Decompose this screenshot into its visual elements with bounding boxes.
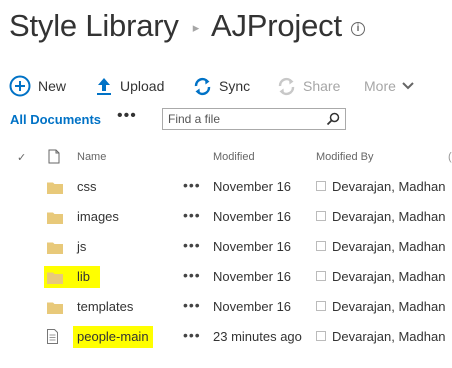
view-selector[interactable]: All Documents <box>10 112 101 127</box>
view-options-ellipsis-icon[interactable]: ••• <box>117 107 137 125</box>
modified-by-name[interactable]: Devarajan, Madhan <box>332 329 445 344</box>
search-icon[interactable] <box>326 112 340 126</box>
item-modified-date: November 16 <box>213 209 292 224</box>
item-ellipsis-menu-icon[interactable]: ••• <box>183 207 201 223</box>
item-modified-date: November 16 <box>213 299 292 314</box>
presence-checkbox-icon <box>316 331 326 341</box>
table-row[interactable]: people-main ••• 23 minutes ago Devarajan, M… <box>0 322 452 352</box>
upload-label: Upload <box>120 78 165 94</box>
modified-by-name[interactable]: Devarajan, Madhan <box>332 209 445 224</box>
new-button[interactable]: New <box>9 75 66 97</box>
more-label: More <box>364 78 396 94</box>
share-button[interactable]: Share <box>277 77 340 96</box>
modified-by-name[interactable]: Devarajan, Madhan <box>332 269 445 284</box>
more-button[interactable]: More <box>364 78 415 94</box>
view-bar: All Documents ••• <box>0 107 452 132</box>
presence-checkbox-icon <box>316 211 326 221</box>
share-label: Share <box>303 78 341 94</box>
search-box <box>162 108 346 130</box>
item-modified-by: Devarajan, Madhan <box>316 299 445 314</box>
sync-label: Sync <box>219 78 251 94</box>
presence-checkbox-icon <box>316 181 326 191</box>
table-row[interactable]: lib ••• November 16 Devarajan, Madhan <box>0 262 452 292</box>
sync-icon <box>194 77 211 95</box>
item-modified-by: Devarajan, Madhan <box>316 329 445 344</box>
item-modified-by: Devarajan, Madhan <box>316 269 445 284</box>
command-bar: New Upload Sync Share More <box>0 73 452 99</box>
modified-by-column-header[interactable]: Modified By <box>316 151 373 163</box>
item-name-link[interactable]: css <box>77 179 97 194</box>
breadcrumb-current-folder: AJProject <box>211 8 342 43</box>
breadcrumb-separator-icon: ▸ <box>192 20 200 35</box>
modified-by-name[interactable]: Devarajan, Madhan <box>332 239 445 254</box>
folder-icon <box>47 241 63 257</box>
presence-checkbox-icon <box>316 271 326 281</box>
chevron-down-icon <box>402 82 414 90</box>
item-modified-date: 23 minutes ago <box>213 329 302 344</box>
folder-icon <box>47 181 63 197</box>
item-ellipsis-menu-icon[interactable]: ••• <box>183 177 201 193</box>
modified-column-header[interactable]: Modified <box>213 151 255 163</box>
name-column-header[interactable]: Name <box>77 151 106 163</box>
table-row[interactable]: templates ••• November 16 Devarajan, Madhan <box>0 292 452 322</box>
presence-checkbox-icon <box>316 301 326 311</box>
presence-checkbox-icon <box>316 241 326 251</box>
table-row[interactable]: css ••• November 16 Devarajan, Madhan <box>0 172 452 202</box>
file-icon <box>47 329 58 347</box>
modified-by-name[interactable]: Devarajan, Madhan <box>332 299 445 314</box>
modified-by-name[interactable]: Devarajan, Madhan <box>332 179 445 194</box>
item-name-link[interactable]: js <box>77 239 86 254</box>
item-name-link[interactable]: images <box>77 209 119 224</box>
folder-icon <box>47 211 63 227</box>
item-name-link[interactable]: people-main <box>77 329 149 344</box>
item-name-link[interactable]: lib <box>77 269 90 284</box>
column-header-row: ✓ Name Modified Modified By ( <box>0 148 452 168</box>
item-modified-date: November 16 <box>213 269 292 284</box>
more-columns-indicator: ( <box>448 151 452 163</box>
sync-button[interactable]: Sync <box>193 77 250 96</box>
item-modified-by: Devarajan, Madhan <box>316 179 445 194</box>
item-ellipsis-menu-icon[interactable]: ••• <box>183 297 201 313</box>
item-modified-date: November 16 <box>213 179 292 194</box>
item-modified-by: Devarajan, Madhan <box>316 239 445 254</box>
item-ellipsis-menu-icon[interactable]: ••• <box>183 267 201 283</box>
folder-icon <box>47 301 63 317</box>
search-input[interactable] <box>168 111 318 127</box>
plus-circle-icon <box>9 75 31 97</box>
item-name-link[interactable]: templates <box>77 299 133 314</box>
item-ellipsis-menu-icon[interactable]: ••• <box>183 327 201 343</box>
item-modified-by: Devarajan, Madhan <box>316 209 445 224</box>
share-icon <box>278 77 295 95</box>
table-row[interactable]: js ••• November 16 Devarajan, Madhan <box>0 232 452 262</box>
breadcrumb-library-link[interactable]: Style Library <box>9 8 179 44</box>
upload-arrow-icon <box>97 78 111 95</box>
table-row[interactable]: images ••• November 16 Devarajan, Madhan <box>0 202 452 232</box>
document-icon <box>48 149 60 164</box>
folder-icon <box>47 271 63 287</box>
breadcrumb: Style Library ▸ AJProject i <box>9 4 365 48</box>
select-all-checkmark[interactable]: ✓ <box>17 151 26 164</box>
info-icon[interactable]: i <box>350 22 365 36</box>
new-label: New <box>38 78 67 94</box>
upload-button[interactable]: Upload <box>95 76 164 96</box>
item-ellipsis-menu-icon[interactable]: ••• <box>183 237 201 253</box>
item-modified-date: November 16 <box>213 239 292 254</box>
